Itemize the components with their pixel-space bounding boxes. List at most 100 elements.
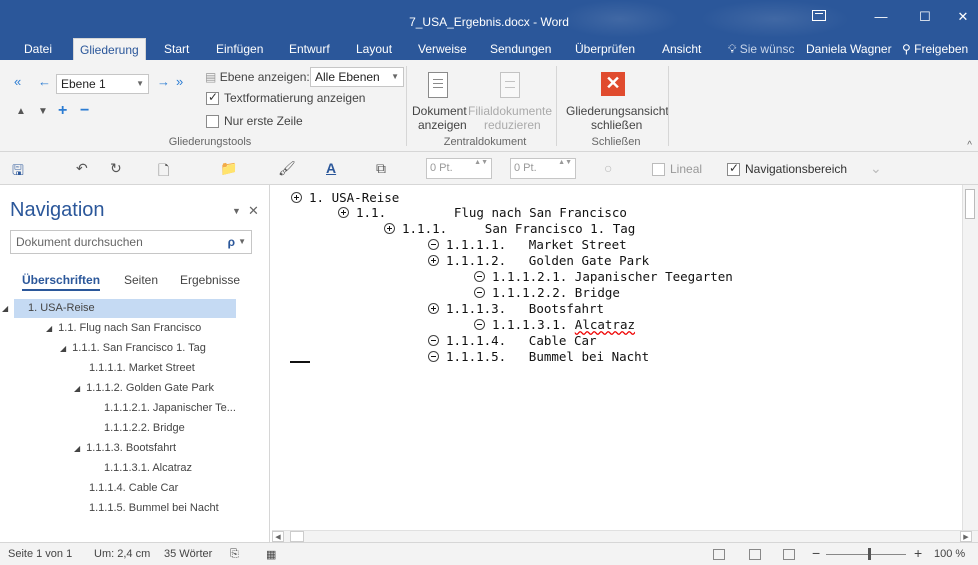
close-outline-view-button[interactable]: Gliederungsansicht xyxy=(566,104,669,118)
search-input[interactable]: Dokument durchsuchen ρ ▼ xyxy=(10,230,252,254)
show-document-button-line2[interactable]: anzeigen xyxy=(418,118,467,132)
pane-options-icon[interactable]: ▼ xyxy=(232,206,241,216)
expand-circle-icon[interactable] xyxy=(338,207,349,218)
redo-icon[interactable]: ↻ xyxy=(110,160,122,177)
collapse-circle-icon[interactable] xyxy=(474,271,485,282)
show-document-icon[interactable] xyxy=(428,72,448,98)
show-document-button[interactable]: Dokument xyxy=(412,104,467,118)
minimize-button[interactable]: — xyxy=(866,6,896,28)
outline-paragraph[interactable]: 1.1.1.1. Market Street xyxy=(428,237,627,252)
proofing-icon[interactable]: ⎘ xyxy=(230,548,239,561)
customize-toolbar-icon[interactable]: ⌄ xyxy=(870,160,882,177)
scroll-right-icon[interactable]: ▶ xyxy=(960,531,972,542)
tab-einfuegen[interactable]: Einfügen xyxy=(210,38,269,60)
demote-button[interactable]: → xyxy=(157,74,170,89)
outline-paragraph[interactable]: 1.1.1.5. Bummel bei Nacht xyxy=(428,349,649,364)
outline-paragraph[interactable]: 1.1.1.3. Bootsfahrt xyxy=(428,301,604,316)
tab-layout[interactable]: Layout xyxy=(350,38,398,60)
zoom-slider[interactable] xyxy=(826,554,906,555)
close-window-button[interactable]: ✕ xyxy=(948,6,978,28)
outline-paragraph[interactable]: 1.1.1.4. Cable Car xyxy=(428,333,597,348)
read-mode-icon[interactable] xyxy=(713,549,725,560)
expand-circle-icon[interactable] xyxy=(384,223,395,234)
expanded-triangle-icon[interactable]: ◢ xyxy=(74,444,80,453)
close-outline-view-button-line2[interactable]: schließen xyxy=(591,118,642,132)
document-area[interactable]: 1. USA-Reise 1.1. Flug nach San Francisc… xyxy=(272,185,962,530)
save-icon[interactable]: 🖫 xyxy=(12,160,24,184)
first-line-only-checkbox[interactable] xyxy=(206,115,219,128)
tab-sendungen[interactable]: Sendungen xyxy=(484,38,557,60)
expand-button[interactable]: + xyxy=(58,102,67,120)
spacing-after-input[interactable]: 0 Pt. ▲▼ xyxy=(510,158,576,179)
expanded-triangle-icon[interactable]: ◢ xyxy=(2,299,8,318)
tab-verweise[interactable]: Verweise xyxy=(412,38,473,60)
outline-level-select[interactable]: Ebene 1 ▼ xyxy=(56,74,149,94)
scroll-thumb[interactable] xyxy=(965,189,975,219)
promote-to-heading1-button[interactable]: « xyxy=(14,74,21,89)
outline-paragraph[interactable]: 1.1.1.3.1. Alcatraz xyxy=(474,317,635,332)
navigation-pane-checkbox[interactable] xyxy=(727,161,740,176)
tab-gliederung[interactable]: Gliederung xyxy=(73,38,146,60)
expand-circle-icon[interactable] xyxy=(428,255,439,266)
page-count[interactable]: Seite 1 von 1 xyxy=(8,548,72,560)
collapse-circle-icon[interactable] xyxy=(474,287,485,298)
zoom-level[interactable]: 100 % xyxy=(934,548,965,560)
undo-icon[interactable]: ↶ xyxy=(76,160,88,177)
show-text-formatting-checkbox[interactable] xyxy=(206,90,219,105)
tab-start[interactable]: Start xyxy=(158,38,195,60)
collapse-button[interactable]: − xyxy=(80,102,89,120)
nav-heading-item[interactable]: 1.1.1.5. Bummel bei Nacht xyxy=(89,499,219,518)
tell-me-box[interactable]: 💡︎ Sie wünsc xyxy=(728,38,794,60)
demote-to-body-button[interactable]: » xyxy=(176,74,183,89)
web-layout-icon[interactable] xyxy=(783,549,795,560)
nav-heading-item[interactable]: ◢ 1.1.1.2. Golden Gate Park xyxy=(74,379,214,398)
expanded-triangle-icon[interactable]: ◢ xyxy=(60,344,66,353)
collapse-circle-icon[interactable] xyxy=(428,239,439,250)
outline-paragraph[interactable]: 1.1. Flug nach San Francisco xyxy=(338,205,627,220)
outline-paragraph[interactable]: 1.1.1.2. Golden Gate Park xyxy=(428,253,649,268)
expanded-triangle-icon[interactable]: ◢ xyxy=(74,384,80,393)
expand-circle-icon[interactable] xyxy=(291,192,302,203)
close-outline-view-icon[interactable]: ✕ xyxy=(601,72,625,96)
touch-mode-icon[interactable]: 🖌︎ xyxy=(278,160,296,177)
tab-pages[interactable]: Seiten xyxy=(124,273,158,287)
close-pane-icon[interactable]: ✕ xyxy=(248,203,259,219)
scroll-thumb[interactable] xyxy=(290,531,304,542)
nav-heading-item[interactable]: 1.1.1.1. Market Street xyxy=(89,359,195,378)
promote-button[interactable]: ← xyxy=(38,74,51,89)
nav-heading-item[interactable]: 1.1.1.2.2. Bridge xyxy=(104,419,185,438)
show-level-select[interactable]: Alle Ebenen ▼ xyxy=(310,67,404,87)
macro-record-icon[interactable]: ▦ xyxy=(266,548,276,561)
new-document-icon[interactable]: 🗋 xyxy=(158,160,169,184)
outline-paragraph[interactable]: 1.1.1. San Francisco 1. Tag xyxy=(384,221,635,236)
nav-heading-item[interactable]: 1.1.1.4. Cable Car xyxy=(89,479,178,498)
horizontal-scrollbar[interactable]: ◀ ▶ xyxy=(272,530,978,542)
user-name[interactable]: Daniela Wagner xyxy=(806,38,892,60)
collapse-circle-icon[interactable] xyxy=(428,335,439,346)
nav-heading-item[interactable]: ◢ 1.1.1. San Francisco 1. Tag xyxy=(60,339,206,358)
word-count[interactable]: 35 Wörter xyxy=(164,548,212,560)
nav-heading-item[interactable]: ◢ 1.1.1.3. Bootsfahrt xyxy=(74,439,176,458)
spacing-before-input[interactable]: 0 Pt. ▲▼ xyxy=(426,158,492,179)
outline-paragraph[interactable]: 1. USA-Reise xyxy=(291,190,399,205)
zoom-in-button[interactable]: + xyxy=(914,545,922,561)
vertical-scrollbar[interactable] xyxy=(962,185,978,545)
nav-heading-item[interactable]: 1.1.1.2.1. Japanischer Te... xyxy=(104,399,236,418)
tab-headings[interactable]: Überschriften xyxy=(22,273,101,291)
font-color-icon[interactable]: A xyxy=(326,160,336,176)
tab-entwurf[interactable]: Entwurf xyxy=(283,38,336,60)
scroll-left-icon[interactable]: ◀ xyxy=(272,531,284,542)
open-folder-icon[interactable]: 📁 xyxy=(220,160,237,177)
share-button[interactable]: ⚲ Freigeben xyxy=(902,38,968,60)
zoom-out-button[interactable]: − xyxy=(812,545,820,561)
tab-ansicht[interactable]: Ansicht xyxy=(656,38,707,60)
move-down-button[interactable]: ▼ xyxy=(38,106,48,117)
move-up-button[interactable]: ▲ xyxy=(16,106,26,117)
collapse-ribbon-icon[interactable]: ^ xyxy=(967,140,972,151)
chevron-down-icon[interactable]: ▼ xyxy=(238,231,246,253)
expanded-triangle-icon[interactable]: ◢ xyxy=(46,324,52,333)
ribbon-display-options-icon[interactable] xyxy=(812,10,826,21)
expand-circle-icon[interactable] xyxy=(428,303,439,314)
format-icon[interactable]: ⧉ xyxy=(376,160,386,177)
tab-datei[interactable]: Datei xyxy=(18,38,58,60)
